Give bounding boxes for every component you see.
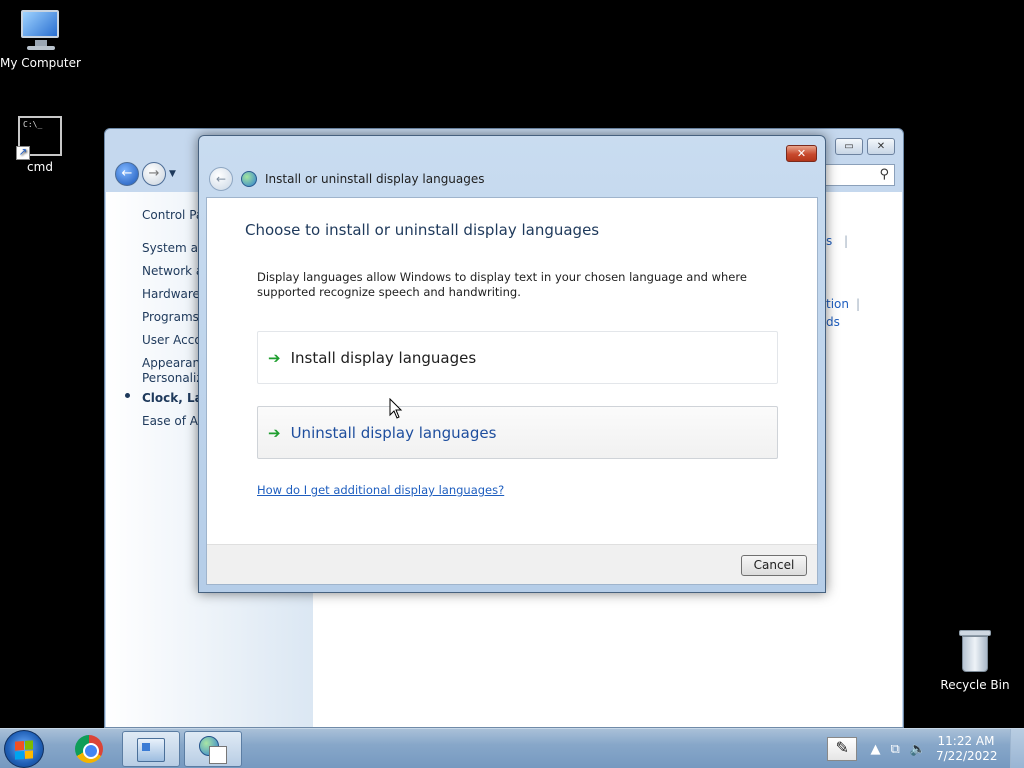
sidebar-item-control-panel-home[interactable]: Control Pa bbox=[142, 208, 203, 222]
dialog-close-button[interactable]: ✕ bbox=[786, 145, 817, 162]
separator: | bbox=[844, 234, 849, 248]
computer-icon bbox=[17, 8, 63, 52]
clock-date: 7/22/2022 bbox=[936, 749, 998, 763]
back-arrow-icon[interactable]: ← bbox=[115, 162, 139, 186]
clock[interactable]: 11:22 AM 7/22/2022 bbox=[936, 734, 998, 764]
taskbar-chrome-button[interactable] bbox=[60, 731, 118, 767]
back-arrow-icon[interactable]: ← bbox=[209, 167, 233, 191]
search-icon: ⚲ bbox=[879, 167, 889, 182]
desktop-icon-label: Recycle Bin bbox=[940, 678, 1010, 692]
window-controls: ▭ ✕ bbox=[835, 138, 895, 155]
chrome-icon bbox=[75, 735, 103, 763]
selected-bullet-icon bbox=[125, 393, 130, 398]
install-languages-dialog: ✕ ← Install or uninstall display languag… bbox=[198, 135, 826, 593]
network-icon[interactable]: ⧉ bbox=[891, 742, 900, 757]
terminal-icon: C:\_ ↗ bbox=[16, 116, 62, 160]
sidebar-item-appearance[interactable]: Appearanc bbox=[142, 356, 207, 370]
taskbar-language-dialog-button[interactable] bbox=[184, 731, 242, 767]
dialog-description: Display languages allow Windows to displ… bbox=[257, 270, 747, 299]
help-link[interactable]: How do I get additional display language… bbox=[257, 483, 504, 497]
close-button[interactable]: ✕ bbox=[867, 138, 895, 155]
dialog-heading: Choose to install or uninstall display l… bbox=[245, 221, 600, 239]
clock-time: 11:22 AM bbox=[937, 734, 995, 748]
control-panel-icon bbox=[137, 738, 165, 762]
system-tray: ▲ ⧉ 🔈 11:22 AM 7/22/2022 bbox=[826, 729, 1024, 768]
globe-icon bbox=[241, 171, 257, 187]
desktop-icon-label: cmd bbox=[27, 160, 53, 174]
language-globe-icon bbox=[199, 736, 227, 764]
taskbar-control-panel-button[interactable] bbox=[122, 731, 180, 767]
option-label: Uninstall display languages bbox=[290, 423, 497, 442]
dialog-footer: Cancel bbox=[207, 544, 817, 584]
dialog-content: Choose to install or uninstall display l… bbox=[206, 197, 818, 585]
cancel-button[interactable]: Cancel bbox=[741, 555, 807, 576]
green-arrow-icon: ➔ bbox=[268, 348, 281, 367]
recycle-bin-icon bbox=[957, 630, 993, 674]
restore-button[interactable]: ▭ bbox=[835, 138, 863, 155]
forward-arrow-icon[interactable]: → bbox=[142, 162, 166, 186]
mouse-cursor-icon bbox=[389, 398, 403, 419]
sidebar-item-programs[interactable]: Programs bbox=[142, 310, 199, 324]
my-computer-desktop-icon[interactable]: My Computer bbox=[0, 8, 81, 70]
desktop-icon-label: My Computer bbox=[0, 56, 81, 70]
green-arrow-icon: ➔ bbox=[268, 423, 281, 442]
windows-logo-icon bbox=[15, 740, 33, 760]
dialog-address-bar: ← Install or uninstall display languages bbox=[209, 167, 485, 191]
show-desktop-button[interactable] bbox=[1010, 729, 1024, 768]
option-label: Install display languages bbox=[290, 348, 477, 367]
partial-link[interactable]: tion bbox=[826, 297, 849, 311]
chevron-down-icon[interactable]: ▼ bbox=[169, 169, 176, 179]
taskbar: ▲ ⧉ 🔈 11:22 AM 7/22/2022 bbox=[0, 728, 1024, 768]
volume-icon[interactable]: 🔈 bbox=[910, 742, 926, 757]
show-hidden-icons-icon[interactable]: ▲ bbox=[871, 742, 881, 757]
separator: | bbox=[856, 297, 861, 311]
dialog-title: Install or uninstall display languages bbox=[265, 172, 485, 186]
cmd-desktop-icon[interactable]: C:\_ ↗ cmd bbox=[0, 116, 80, 174]
uninstall-display-languages-option[interactable]: ➔ Uninstall display languages bbox=[257, 406, 778, 459]
pen-input-icon[interactable] bbox=[826, 737, 857, 761]
recycle-bin-desktop-icon[interactable]: Recycle Bin bbox=[935, 630, 1015, 692]
partial-link[interactable]: s bbox=[826, 234, 832, 248]
install-display-languages-option[interactable]: ➔ Install display languages bbox=[257, 331, 778, 384]
start-button[interactable] bbox=[4, 730, 44, 768]
navigation-buttons: ← → ▼ bbox=[115, 162, 176, 186]
shortcut-arrow-icon: ↗ bbox=[16, 146, 30, 160]
partial-link[interactable]: ds bbox=[826, 315, 840, 329]
